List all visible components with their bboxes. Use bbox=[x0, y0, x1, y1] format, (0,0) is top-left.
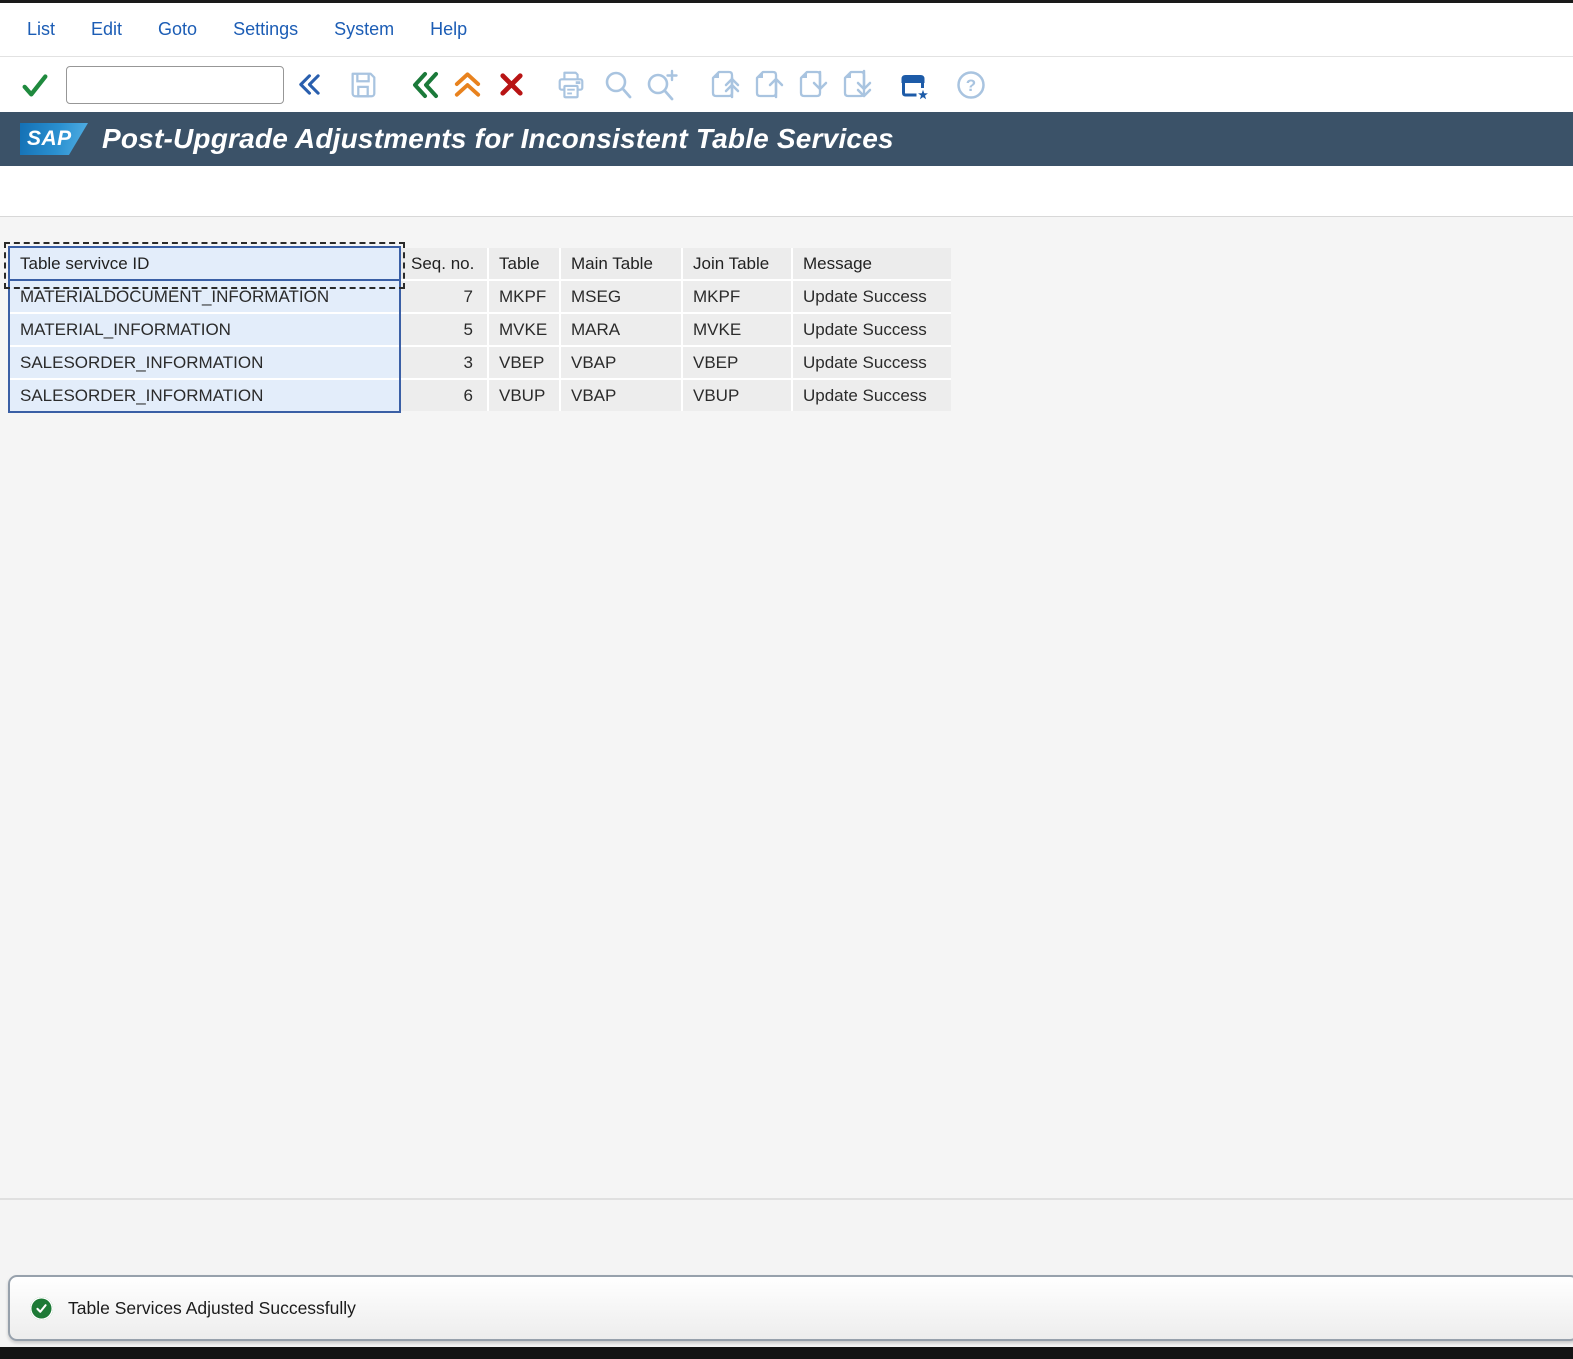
cell-table[interactable]: VBEP bbox=[489, 347, 559, 378]
print-icon[interactable] bbox=[554, 69, 588, 101]
column-header-table[interactable]: Table bbox=[489, 248, 559, 279]
cell-main-table[interactable]: VBAP bbox=[561, 347, 681, 378]
title-bar: SAP Post-Upgrade Adjustments for Inconsi… bbox=[0, 112, 1573, 166]
find-next-icon[interactable] bbox=[644, 69, 680, 101]
collapse-command-field-icon[interactable] bbox=[296, 72, 321, 97]
cell-message[interactable]: Update Success bbox=[793, 314, 951, 345]
cell-seq-no[interactable]: 3 bbox=[401, 347, 487, 378]
spacer-strip bbox=[0, 166, 1573, 216]
cell-seq-no[interactable]: 7 bbox=[401, 281, 487, 312]
standard-toolbar: ? bbox=[0, 57, 1573, 112]
content-panel: Table servivce ID Seq. no. Table Main Ta… bbox=[0, 216, 1573, 1200]
menu-system[interactable]: System bbox=[334, 19, 394, 40]
create-shortcut-icon[interactable] bbox=[896, 68, 931, 102]
cell-main-table[interactable]: VBAP bbox=[561, 380, 681, 411]
menu-settings[interactable]: Settings bbox=[233, 19, 298, 40]
next-page-icon[interactable] bbox=[794, 68, 830, 102]
cell-main-table[interactable]: MARA bbox=[561, 314, 681, 345]
back-icon[interactable] bbox=[409, 70, 439, 100]
cell-seq-no[interactable]: 6 bbox=[401, 380, 487, 411]
previous-page-icon[interactable] bbox=[750, 68, 786, 102]
menu-help[interactable]: Help bbox=[430, 19, 467, 40]
cell-table[interactable]: MKPF bbox=[489, 281, 559, 312]
table-services-list: Table servivce ID Seq. no. Table Main Ta… bbox=[10, 248, 951, 411]
column-header-main-table[interactable]: Main Table bbox=[561, 248, 681, 279]
cell-message[interactable]: Update Success bbox=[793, 347, 951, 378]
cell-service-id[interactable]: MATERIALDOCUMENT_INFORMATION bbox=[10, 281, 399, 312]
cell-seq-no[interactable]: 5 bbox=[401, 314, 487, 345]
menu-bar: List Edit Goto Settings System Help bbox=[0, 3, 1573, 57]
cell-table[interactable]: VBUP bbox=[489, 380, 559, 411]
column-header-seq-no[interactable]: Seq. no. bbox=[401, 248, 487, 279]
column-header-join-table[interactable]: Join Table bbox=[683, 248, 791, 279]
command-field[interactable] bbox=[66, 65, 284, 104]
cell-service-id[interactable]: SALESORDER_INFORMATION bbox=[10, 347, 399, 378]
exit-icon[interactable] bbox=[452, 70, 483, 100]
save-icon[interactable] bbox=[347, 69, 379, 101]
column-header-table-service-id[interactable]: Table servivce ID bbox=[10, 248, 399, 279]
cell-join-table[interactable]: MKPF bbox=[683, 281, 791, 312]
cell-join-table[interactable]: VBUP bbox=[683, 380, 791, 411]
first-page-icon[interactable] bbox=[706, 68, 742, 102]
column-header-message[interactable]: Message bbox=[793, 248, 951, 279]
cell-message[interactable]: Update Success bbox=[793, 380, 951, 411]
menu-edit[interactable]: Edit bbox=[91, 19, 122, 40]
last-page-icon[interactable] bbox=[838, 68, 874, 102]
cancel-icon[interactable] bbox=[497, 70, 526, 99]
cell-service-id[interactable]: MATERIAL_INFORMATION bbox=[10, 314, 399, 345]
find-icon[interactable] bbox=[602, 69, 634, 101]
cell-main-table[interactable]: MSEG bbox=[561, 281, 681, 312]
sap-logo: SAP bbox=[20, 123, 88, 155]
status-message: Table Services Adjusted Successfully bbox=[68, 1297, 356, 1318]
menu-goto[interactable]: Goto bbox=[158, 19, 197, 40]
success-check-icon bbox=[30, 1296, 53, 1320]
svg-text:?: ? bbox=[966, 76, 976, 95]
screen-bottom-strip bbox=[0, 1347, 1573, 1359]
cell-message[interactable]: Update Success bbox=[793, 281, 951, 312]
help-icon[interactable]: ? bbox=[955, 69, 987, 101]
cell-join-table[interactable]: VBEP bbox=[683, 347, 791, 378]
cell-join-table[interactable]: MVKE bbox=[683, 314, 791, 345]
status-bar: Table Services Adjusted Successfully bbox=[8, 1275, 1573, 1341]
page-title: Post-Upgrade Adjustments for Inconsisten… bbox=[102, 123, 894, 154]
cell-table[interactable]: MVKE bbox=[489, 314, 559, 345]
menu-list[interactable]: List bbox=[27, 19, 55, 40]
cell-service-id[interactable]: SALESORDER_INFORMATION bbox=[10, 380, 399, 411]
enter-icon[interactable] bbox=[20, 70, 50, 100]
